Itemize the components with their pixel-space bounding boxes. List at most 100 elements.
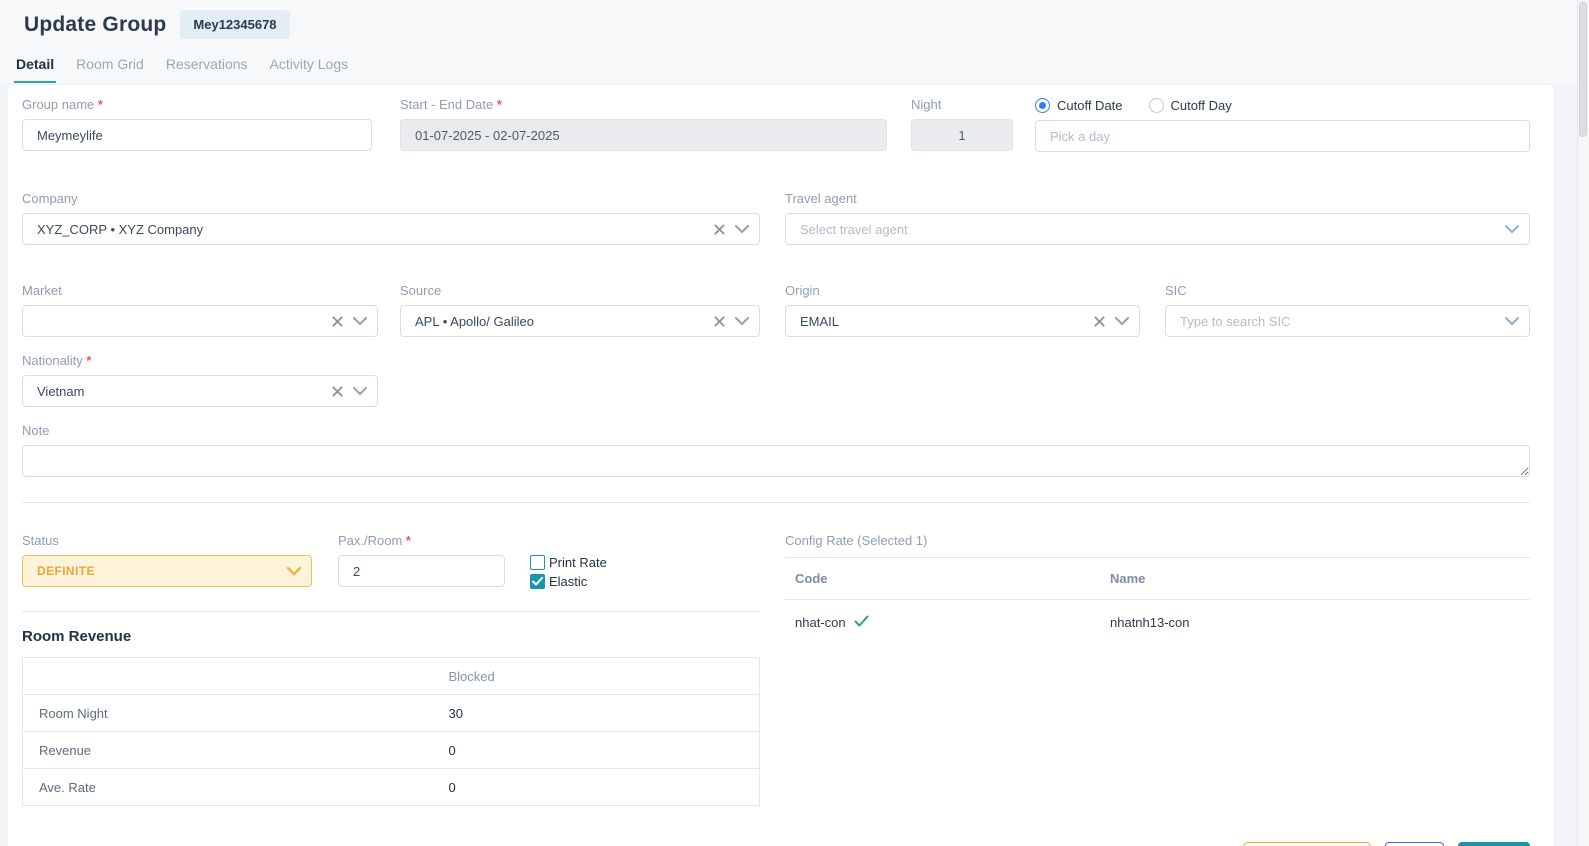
config-rate-section-title: Config Rate (Selected 1)	[785, 533, 1530, 558]
scrollbar-thumb[interactable]	[1579, 2, 1587, 137]
clear-icon[interactable]	[713, 315, 726, 328]
origin-label: Origin	[785, 283, 1140, 298]
section-divider	[22, 502, 1530, 503]
company-select[interactable]: XYZ_CORP • XYZ Company	[22, 213, 760, 245]
tab-detail[interactable]: Detail	[14, 52, 56, 83]
table-row: Revenue 0	[23, 732, 760, 769]
config-rate-button[interactable]: Config Rate	[1243, 842, 1371, 846]
clear-icon[interactable]	[713, 223, 726, 236]
submit-button[interactable]: Submit	[1458, 842, 1530, 846]
night-label: Night	[911, 97, 1013, 112]
table-row: Room Night 30	[23, 695, 760, 732]
tab-bar: Detail Room Grid Reservations Activity L…	[14, 52, 1589, 83]
room-revenue-title: Room Revenue	[22, 628, 760, 645]
radio-icon	[1149, 98, 1164, 113]
room-revenue-divider	[22, 611, 760, 612]
chevron-down-icon[interactable]	[287, 567, 301, 576]
sic-placeholder: Type to search SIC	[1180, 314, 1496, 329]
table-row: Ave. Rate 0	[23, 769, 760, 806]
date-range-input	[400, 119, 887, 151]
origin-value: EMAIL	[800, 314, 1084, 329]
ave-rate-value: 0	[449, 769, 760, 806]
print-rate-checkbox[interactable]: Print Rate	[530, 553, 607, 572]
group-name-label: Group name	[22, 97, 372, 112]
page-header: Update Group Mey12345678 Detail Room Gri…	[0, 0, 1589, 83]
chevron-down-icon[interactable]	[1505, 317, 1519, 326]
status-label: Status	[22, 533, 312, 548]
chevron-down-icon[interactable]	[1115, 317, 1129, 326]
nationality-label: Nationality	[22, 353, 378, 368]
origin-select[interactable]: EMAIL	[785, 305, 1140, 337]
note-field: Note	[22, 423, 1530, 482]
revenue-label: Revenue	[23, 732, 449, 769]
table-row[interactable]: nhat-con nhatnh13-con	[785, 600, 1530, 641]
elastic-label: Elastic	[549, 574, 587, 589]
clear-icon[interactable]	[331, 315, 344, 328]
group-code-badge: Mey12345678	[180, 10, 289, 39]
company-label: Company	[22, 191, 760, 206]
status-select[interactable]: DEFINITE	[22, 555, 312, 587]
rate-code: nhat-con	[795, 615, 846, 630]
tab-room-grid[interactable]: Room Grid	[74, 52, 146, 83]
group-name-input[interactable]	[22, 119, 372, 151]
code-column-header: Code	[785, 558, 1100, 600]
page-title: Update Group	[24, 13, 166, 37]
cutoff-date-label: Cutoff Date	[1057, 98, 1123, 113]
blocked-column-header: Blocked	[449, 658, 760, 695]
note-textarea[interactable]	[22, 445, 1530, 477]
source-label: Source	[400, 283, 760, 298]
radio-icon	[1035, 98, 1050, 113]
nationality-value: Vietnam	[37, 384, 322, 399]
vertical-scrollbar[interactable]	[1577, 0, 1589, 846]
chevron-down-icon[interactable]	[1505, 225, 1519, 234]
source-value: APL • Apollo/ Galileo	[415, 314, 704, 329]
travel-agent-placeholder: Select travel agent	[800, 222, 1496, 237]
cutoff-radio-group: Cutoff Date Cutoff Day	[1035, 97, 1530, 113]
checkbox-icon	[530, 555, 545, 570]
room-night-label: Room Night	[23, 695, 449, 732]
market-select[interactable]	[22, 305, 378, 337]
sic-label: SIC	[1165, 283, 1530, 298]
ave-rate-label: Ave. Rate	[23, 769, 449, 806]
table-row: Blocked	[23, 658, 760, 695]
night-input	[911, 119, 1013, 151]
config-rate-table: Code Name nhat-con nhatnh13-con	[785, 558, 1530, 640]
cutoff-date-radio[interactable]: Cutoff Date	[1035, 98, 1123, 113]
sic-select[interactable]: Type to search SIC	[1165, 305, 1530, 337]
date-range-label: Start - End Date	[400, 97, 887, 112]
clear-icon[interactable]	[331, 385, 344, 398]
tab-activity-logs[interactable]: Activity Logs	[268, 52, 351, 83]
status-value: DEFINITE	[37, 564, 278, 578]
tab-reservations[interactable]: Reservations	[164, 52, 250, 83]
checkbox-checked-icon	[530, 574, 545, 589]
travel-agent-label: Travel agent	[785, 191, 1530, 206]
rate-name: nhatnh13-con	[1100, 600, 1530, 641]
clear-icon[interactable]	[1093, 315, 1106, 328]
chevron-down-icon[interactable]	[353, 387, 367, 396]
company-value: XYZ_CORP • XYZ Company	[37, 222, 704, 237]
room-revenue-table: Blocked Room Night 30 Revenue 0 Ave. Rat…	[22, 657, 760, 806]
chevron-down-icon[interactable]	[735, 317, 749, 326]
nationality-select[interactable]: Vietnam	[22, 375, 378, 407]
detail-form-card: Group name Start - End Date Night Cutoff…	[8, 85, 1554, 846]
footer-actions: Config Rate Back Submit	[22, 842, 1530, 846]
note-label: Note	[22, 423, 1530, 438]
cutoff-day-picker-input[interactable]	[1035, 120, 1530, 152]
table-row: Code Name	[785, 558, 1530, 600]
pax-room-label: Pax./Room	[338, 533, 505, 548]
chevron-down-icon[interactable]	[353, 317, 367, 326]
room-night-value: 30	[449, 695, 760, 732]
cutoff-day-label: Cutoff Day	[1171, 98, 1232, 113]
print-rate-label: Print Rate	[549, 555, 607, 570]
selected-check-icon	[854, 615, 869, 630]
pax-room-input[interactable]	[338, 555, 505, 587]
revenue-value: 0	[449, 732, 760, 769]
cutoff-day-radio[interactable]: Cutoff Day	[1149, 98, 1232, 113]
source-select[interactable]: APL • Apollo/ Galileo	[400, 305, 760, 337]
name-column-header: Name	[1100, 558, 1530, 600]
chevron-down-icon[interactable]	[735, 225, 749, 234]
back-button[interactable]: Back	[1385, 842, 1444, 846]
travel-agent-select[interactable]: Select travel agent	[785, 213, 1530, 245]
market-label: Market	[22, 283, 378, 298]
elastic-checkbox[interactable]: Elastic	[530, 572, 607, 591]
